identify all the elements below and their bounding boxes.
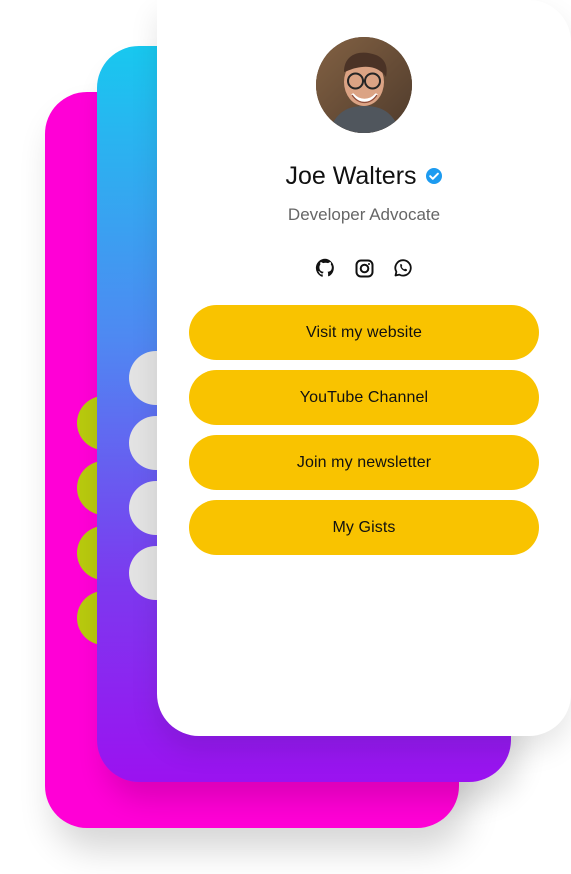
- link-list: Visit my website YouTube Channel Join my…: [189, 305, 539, 565]
- profile-header: Joe Walters: [157, 159, 571, 193]
- page-canvas: Joe Walters Developer Advocate Visit my …: [0, 0, 571, 874]
- profile-card: Joe Walters Developer Advocate Visit my …: [157, 0, 571, 736]
- my-gists-button[interactable]: My Gists: [189, 500, 539, 555]
- verified-icon: [425, 167, 443, 185]
- visit-website-button[interactable]: Visit my website: [189, 305, 539, 360]
- whatsapp-icon[interactable]: [392, 257, 414, 279]
- profile-role: Developer Advocate: [287, 205, 441, 224]
- social-links: [314, 257, 414, 279]
- github-icon[interactable]: [314, 257, 336, 279]
- instagram-icon[interactable]: [353, 257, 375, 279]
- profile-name: Joe Walters: [285, 161, 417, 190]
- youtube-channel-button[interactable]: YouTube Channel: [189, 370, 539, 425]
- newsletter-button[interactable]: Join my newsletter: [189, 435, 539, 490]
- avatar: [316, 37, 412, 133]
- avatar-photo: [316, 37, 412, 133]
